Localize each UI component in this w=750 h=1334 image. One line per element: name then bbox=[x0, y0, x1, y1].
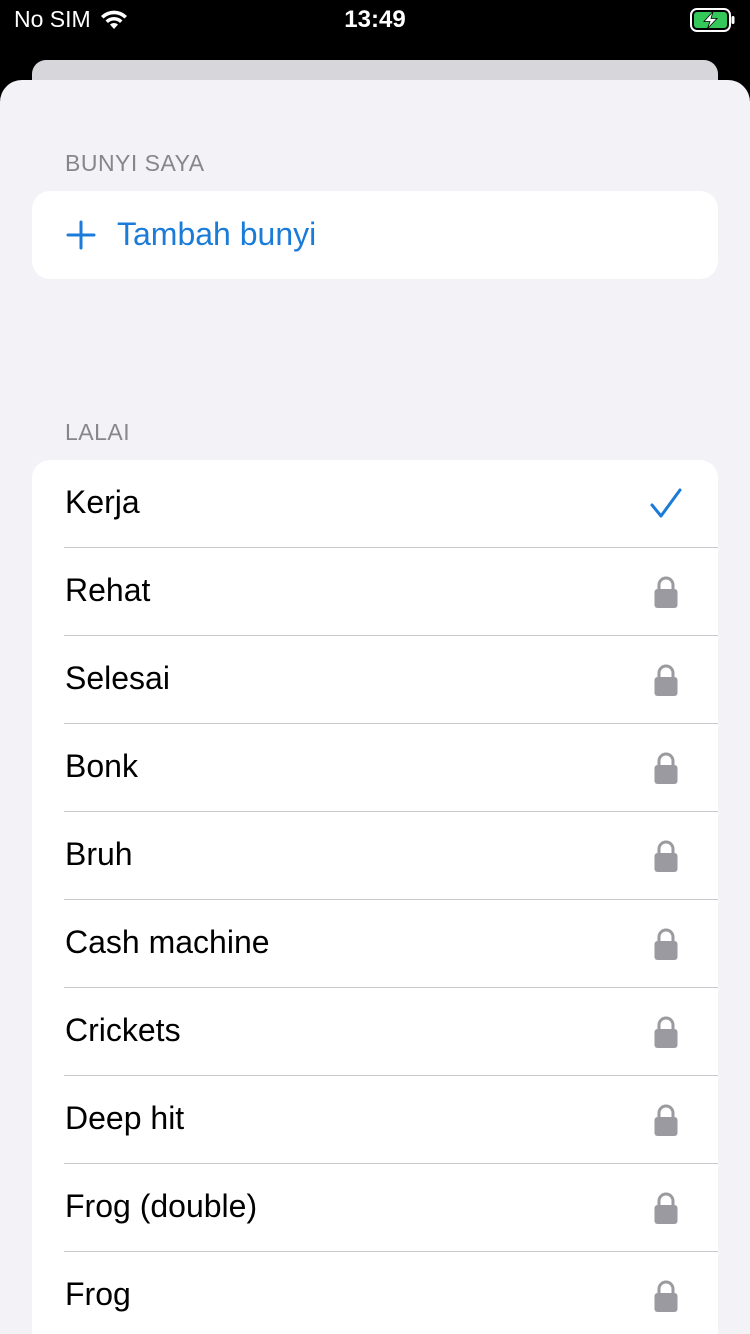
add-sound-button[interactable]: Tambah bunyi bbox=[32, 191, 718, 279]
sound-label: Cash machine bbox=[65, 924, 270, 960]
lock-icon bbox=[648, 1278, 684, 1314]
default-sounds-header: LALAI bbox=[65, 419, 131, 445]
plus-icon bbox=[66, 220, 96, 250]
sound-label: Frog bbox=[65, 1276, 131, 1312]
lock-icon bbox=[648, 662, 684, 698]
lock-icon bbox=[648, 838, 684, 874]
lock-icon bbox=[648, 1102, 684, 1138]
sound-row-crickets[interactable]: Crickets bbox=[32, 988, 718, 1076]
sound-row-rehat[interactable]: Rehat bbox=[32, 548, 718, 636]
lock-icon bbox=[648, 750, 684, 786]
sound-row-selesai[interactable]: Selesai bbox=[32, 636, 718, 724]
sound-label: Bruh bbox=[65, 836, 133, 872]
sound-label: Rehat bbox=[65, 572, 151, 608]
checkmark-icon bbox=[648, 486, 684, 522]
sound-row-frog-double[interactable]: Frog (double) bbox=[32, 1164, 718, 1252]
sound-picker-sheet: BUNYI SAYA Tambah bunyi LALAI Kerja Reha… bbox=[0, 80, 750, 1334]
add-sound-label: Tambah bunyi bbox=[117, 216, 317, 252]
status-time: 13:49 bbox=[344, 6, 406, 33]
lock-icon bbox=[648, 1014, 684, 1050]
sound-label: Bonk bbox=[65, 748, 138, 784]
my-sounds-card: Tambah bunyi bbox=[32, 191, 718, 279]
sound-row-cash-machine[interactable]: Cash machine bbox=[32, 900, 718, 988]
sound-row-kerja[interactable]: Kerja bbox=[32, 460, 718, 548]
my-sounds-header: BUNYI SAYA bbox=[65, 150, 205, 176]
status-bar: No SIM 13:49 bbox=[0, 0, 750, 40]
battery-charging-icon bbox=[690, 8, 736, 32]
sound-label: Selesai bbox=[65, 660, 170, 696]
sound-row-bruh[interactable]: Bruh bbox=[32, 812, 718, 900]
sound-row-frog[interactable]: Frog bbox=[32, 1252, 718, 1334]
sound-row-deep-hit[interactable]: Deep hit bbox=[32, 1076, 718, 1164]
lock-icon bbox=[648, 1190, 684, 1226]
default-sounds-list: Kerja Rehat Selesai Bonk Bruh Cash machi… bbox=[32, 460, 718, 1334]
sound-label: Frog (double) bbox=[65, 1188, 258, 1224]
lock-icon bbox=[648, 926, 684, 962]
sound-label: Crickets bbox=[65, 1012, 181, 1048]
lock-icon bbox=[648, 574, 684, 610]
sound-row-bonk[interactable]: Bonk bbox=[32, 724, 718, 812]
sound-label: Deep hit bbox=[65, 1100, 185, 1136]
sound-label: Kerja bbox=[65, 484, 140, 520]
status-right bbox=[690, 8, 736, 32]
